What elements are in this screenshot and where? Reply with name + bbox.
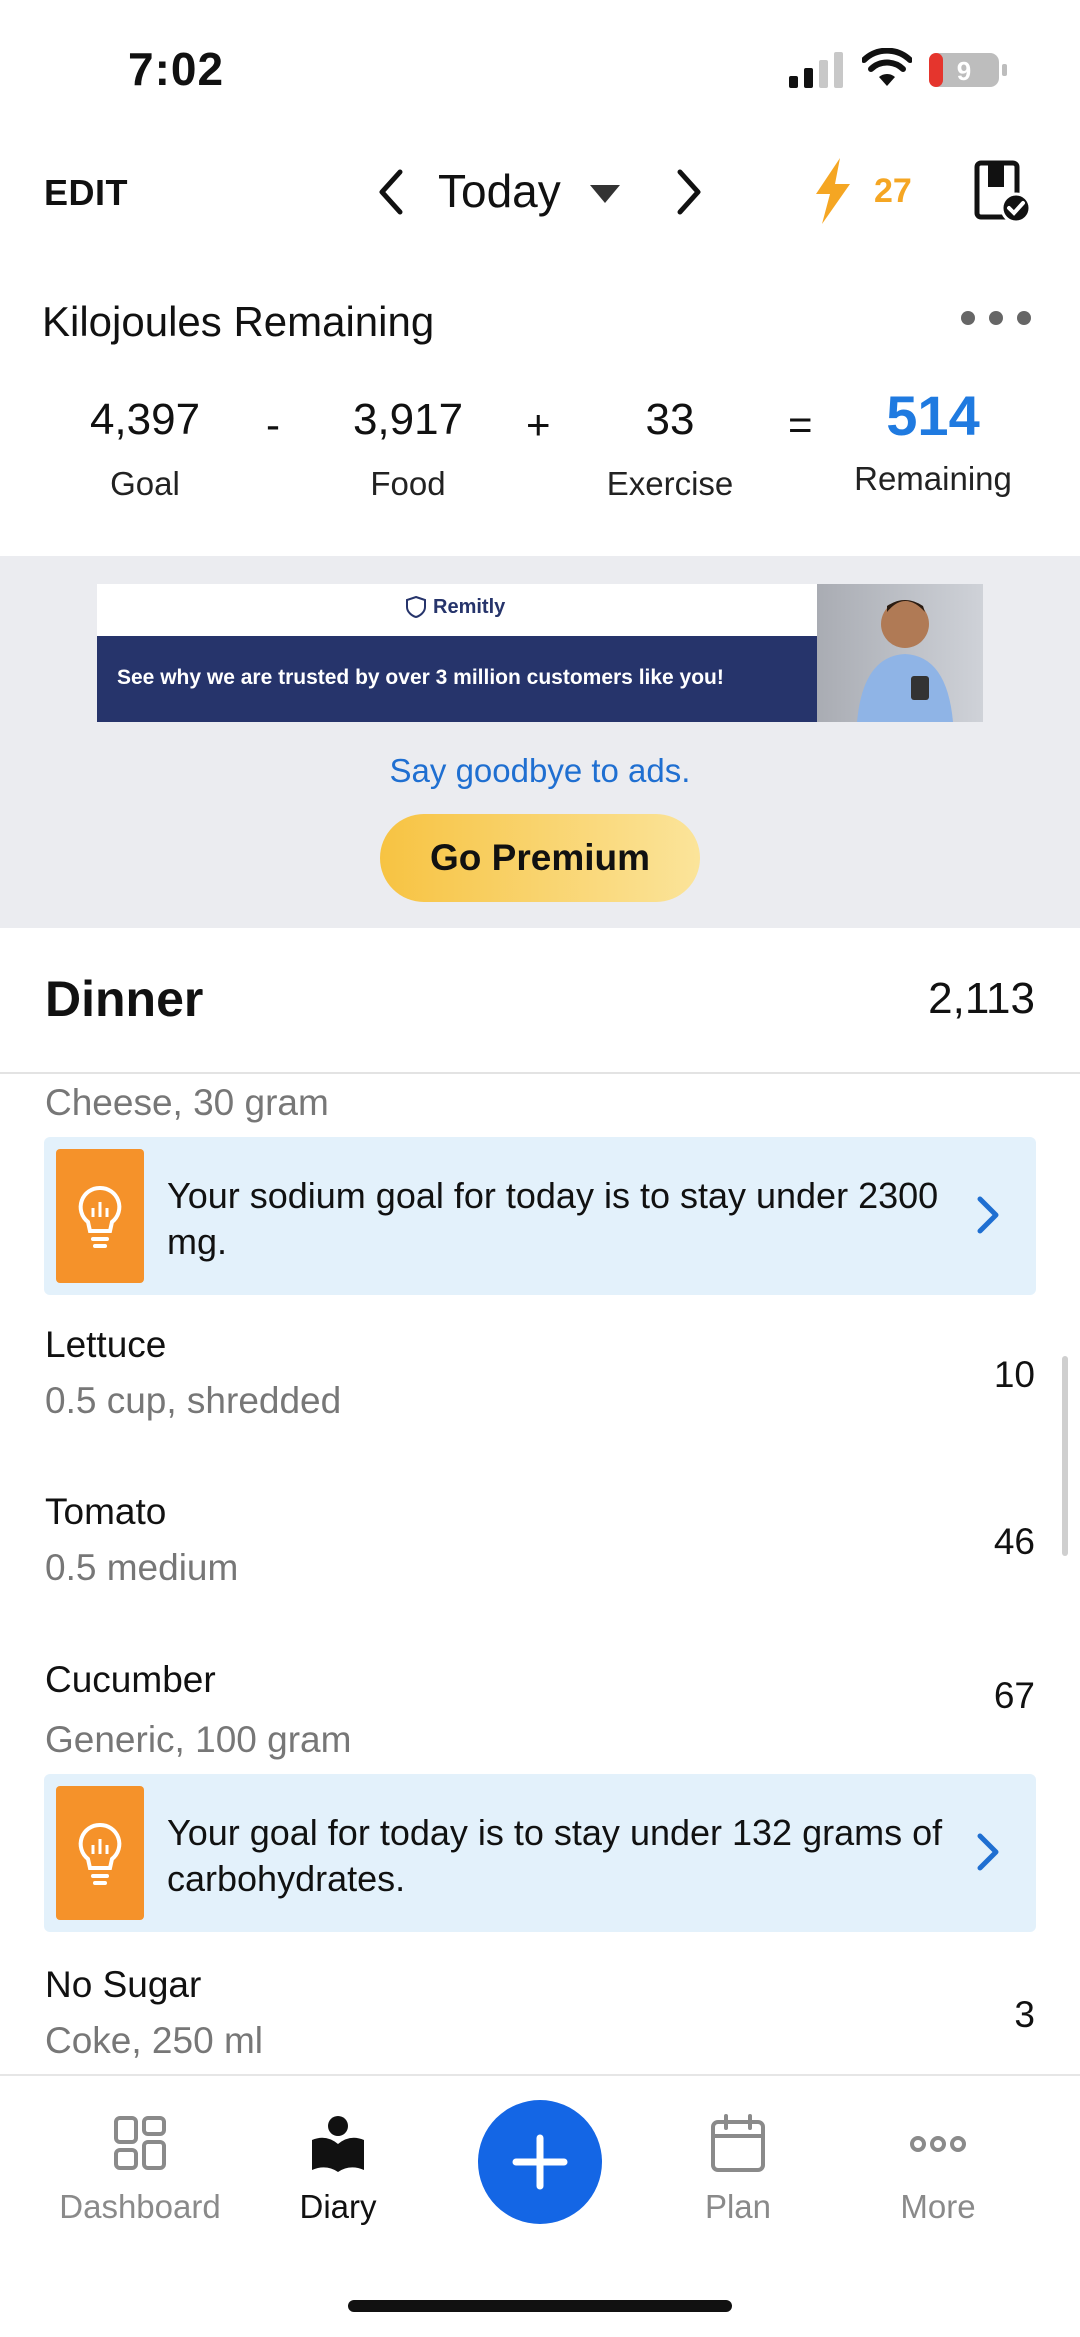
- tab-diary[interactable]: Diary: [238, 2114, 438, 2226]
- battery-icon: 9: [929, 53, 1007, 87]
- sodium-tip-card[interactable]: Your sodium goal for today is to stay un…: [44, 1137, 1036, 1295]
- chevron-right-icon: [977, 1833, 999, 1871]
- food-detail: Generic, 100 gram: [45, 1719, 352, 1760]
- meal-total: 2,113: [928, 974, 1035, 1023]
- remaining-column: 514 Remaining: [848, 384, 1018, 498]
- goal-label: Goal: [110, 465, 180, 502]
- goal-value: 4,397: [89, 395, 201, 444]
- completed-log-icon[interactable]: [974, 160, 1032, 224]
- food-column: 3,917 Food: [323, 395, 493, 503]
- food-value: 3: [1014, 1994, 1035, 2035]
- ad-area: Remitly See why we are trusted by over 3…: [0, 556, 1080, 928]
- food-name: Cucumber: [45, 1659, 216, 1700]
- lightning-bolt-icon[interactable]: [810, 158, 854, 224]
- plus-icon: [512, 2134, 568, 2190]
- tip-text: Your goal for today is to stay under 132…: [167, 1812, 943, 1899]
- tip-text: Your sodium goal for today is to stay un…: [167, 1175, 939, 1262]
- go-premium-button[interactable]: Go Premium: [380, 814, 700, 902]
- tab-label: Plan: [704, 2188, 772, 2225]
- tab-label: Dashboard: [59, 2188, 221, 2225]
- remaining-value: 514: [886, 384, 980, 447]
- ad-banner-header: Remitly: [97, 584, 817, 636]
- food-value: 3,917: [352, 395, 464, 444]
- food-label: Food: [370, 465, 446, 502]
- ad-brand: Remitly: [433, 596, 506, 618]
- food-detail: Coke, 250 ml: [45, 2020, 263, 2061]
- chevron-right-icon: [977, 1196, 999, 1234]
- cellular-signal-icon: [789, 52, 843, 88]
- diary-book-icon: [312, 2116, 364, 2172]
- wifi-icon: [862, 48, 912, 86]
- remitly-shield-icon: [406, 596, 426, 618]
- food-detail: 0.5 cup, shredded: [45, 1380, 342, 1421]
- minus-operator: -: [266, 401, 280, 448]
- meal-title: Dinner: [45, 971, 204, 1027]
- food-item-tomato[interactable]: Tomato 0.5 medium 46: [0, 1489, 1080, 1599]
- food-item-cheese[interactable]: Cheese, 30 gram: [0, 1082, 1080, 1132]
- date-selector[interactable]: Today: [438, 164, 561, 218]
- food-value: 67: [993, 1675, 1035, 1716]
- status-time: 7:02: [128, 43, 225, 95]
- summary-title: Kilojoules Remaining: [42, 298, 435, 345]
- carbohydrate-tip-card[interactable]: Your goal for today is to stay under 132…: [44, 1774, 1036, 1932]
- ad-banner[interactable]: Remitly See why we are trusted by over 3…: [97, 584, 983, 722]
- food-value: 46: [993, 1521, 1035, 1562]
- next-day-arrow-icon[interactable]: [668, 166, 708, 218]
- food-name: Lettuce: [45, 1324, 167, 1365]
- kilojoule-equation[interactable]: 4,397 Goal - 3,917 Food + 33 Exercise = …: [0, 384, 1080, 515]
- home-indicator: [348, 2300, 732, 2312]
- plus-operator: +: [526, 401, 551, 448]
- ad-text: See why we are trusted by over 3 million…: [117, 666, 724, 689]
- tip-icon-box: [56, 1149, 144, 1283]
- tip-icon-box: [56, 1786, 144, 1920]
- edit-button[interactable]: EDIT: [44, 172, 128, 214]
- food-detail: 0.5 medium: [45, 1547, 239, 1588]
- remove-ads-link[interactable]: Say goodbye to ads.: [0, 752, 1080, 790]
- tab-plan[interactable]: Plan: [638, 2114, 838, 2226]
- food-name: Tomato: [45, 1491, 167, 1532]
- lightbulb-icon: [78, 1185, 122, 1248]
- tab-label: Diary: [299, 2188, 377, 2225]
- food-item-cucumber[interactable]: Cucumber Generic, 100 gram 67: [0, 1657, 1080, 1767]
- tab-dashboard[interactable]: Dashboard: [40, 2114, 240, 2226]
- goal-column: 4,397 Goal: [60, 395, 230, 503]
- exercise-label: Exercise: [606, 465, 734, 502]
- food-value: 10: [993, 1354, 1035, 1395]
- equals-operator: =: [788, 401, 813, 448]
- food-detail: Cheese, 30 gram: [45, 1082, 329, 1123]
- food-name: No Sugar: [45, 1964, 202, 2005]
- calendar-icon: [711, 2114, 765, 2172]
- scrollbar[interactable]: [1062, 1356, 1068, 1556]
- caret-down-icon[interactable]: [590, 185, 620, 203]
- dinner-header: Dinner 2,113: [0, 928, 1080, 1074]
- lightbulb-icon: [78, 1822, 122, 1885]
- previous-day-arrow-icon[interactable]: [372, 166, 412, 218]
- tab-more[interactable]: More: [838, 2114, 1038, 2226]
- ad-photo: [817, 584, 983, 722]
- food-item-lettuce[interactable]: Lettuce 0.5 cup, shredded 10: [0, 1322, 1080, 1432]
- battery-level: 9: [957, 56, 971, 86]
- bottom-tab-bar: Dashboard Diary Plan More: [0, 2074, 1080, 2337]
- exercise-column: 33 Exercise: [590, 395, 750, 503]
- person-photo-icon: [857, 600, 953, 722]
- add-button[interactable]: [478, 2100, 602, 2224]
- dashboard-icon: [114, 2116, 166, 2170]
- more-dots-icon: [910, 2136, 966, 2152]
- top-nav: EDIT Today 27: [0, 150, 1080, 240]
- exercise-value: 33: [645, 395, 695, 444]
- food-item-no-sugar[interactable]: No Sugar Coke, 250 ml 3: [0, 1962, 1080, 2072]
- more-options-icon[interactable]: [958, 308, 1034, 328]
- tab-label: More: [900, 2188, 976, 2225]
- remaining-label: Remaining: [854, 460, 1012, 497]
- streak-count[interactable]: 27: [874, 172, 912, 211]
- status-bar: 7:02 9: [0, 0, 1080, 130]
